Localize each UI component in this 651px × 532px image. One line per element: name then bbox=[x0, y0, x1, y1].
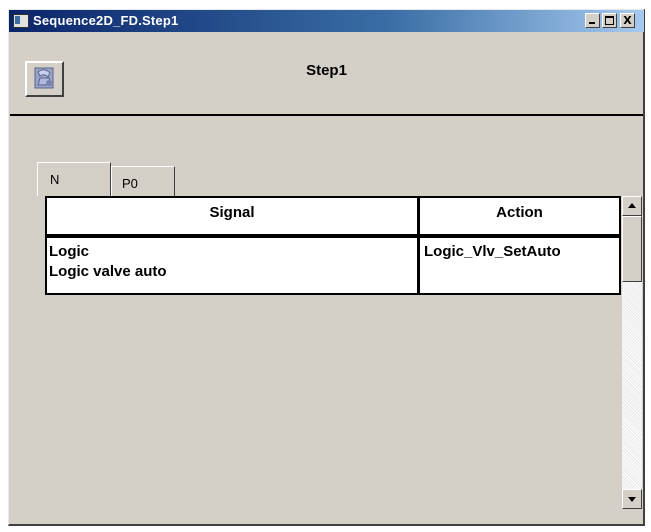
step-title: Step1 bbox=[306, 62, 347, 79]
scroll-down-button[interactable] bbox=[622, 489, 642, 509]
tab-p0[interactable]: P0 bbox=[111, 166, 175, 196]
action-value: Logic_Vlv_SetAuto bbox=[424, 243, 561, 260]
column-header-signal[interactable]: Signal bbox=[47, 198, 420, 236]
window-app-icon bbox=[13, 14, 29, 28]
step-header-panel: Step1 bbox=[10, 34, 643, 116]
tab-n[interactable]: N bbox=[37, 162, 111, 196]
minimize-button[interactable] bbox=[585, 13, 600, 28]
maximize-button[interactable] bbox=[602, 13, 617, 28]
close-button[interactable]: X bbox=[620, 13, 635, 28]
signal-name: Logic bbox=[49, 243, 89, 260]
vertical-scrollbar[interactable] bbox=[622, 196, 642, 509]
action-cell[interactable]: Logic_Vlv_SetAuto bbox=[420, 238, 619, 293]
signal-cell[interactable]: Logic Logic valve auto bbox=[47, 238, 420, 293]
signal-action-table: Signal Action Logic Logic valve auto Log… bbox=[45, 196, 621, 509]
column-header-action[interactable]: Action bbox=[420, 198, 619, 236]
table-header: Signal Action bbox=[45, 196, 621, 238]
window-title: Sequence2D_FD.Step1 bbox=[33, 13, 179, 28]
signal-description: Logic valve auto bbox=[49, 263, 167, 280]
title-bar[interactable]: Sequence2D_FD.Step1 X bbox=[9, 10, 644, 32]
tab-p0-label: P0 bbox=[122, 176, 138, 191]
sequence-step-window: Sequence2D_FD.Step1 X Step1 N P0 Signal … bbox=[8, 9, 645, 526]
tab-n-label: N bbox=[50, 172, 60, 187]
scroll-up-button[interactable] bbox=[622, 196, 642, 216]
scroll-thumb[interactable] bbox=[622, 216, 642, 282]
table-row[interactable]: Logic Logic valve auto Logic_Vlv_SetAuto bbox=[45, 238, 621, 295]
